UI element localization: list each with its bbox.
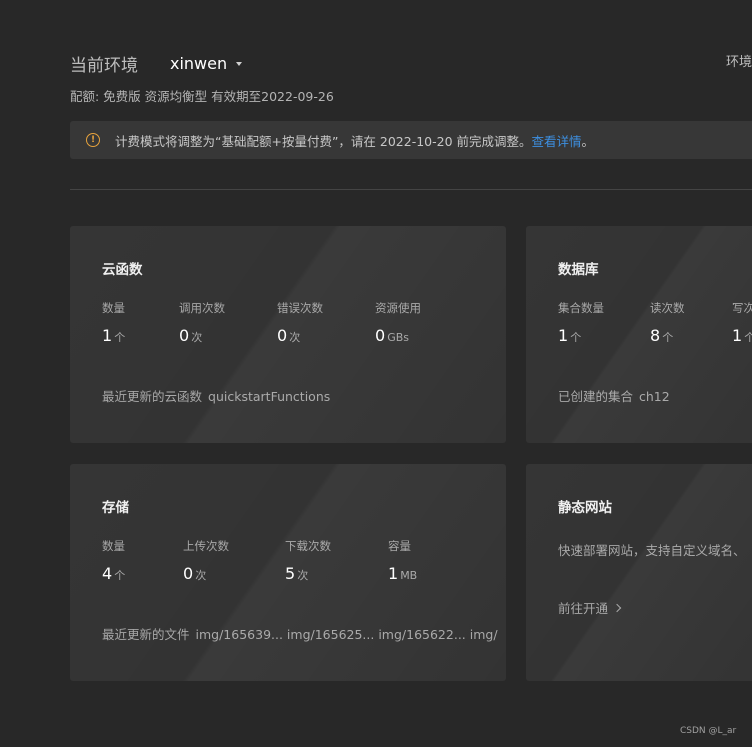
stat-uploads: 上传次数 0次: [183, 538, 229, 583]
stat-value: 1: [558, 326, 569, 345]
stat-value: 4: [102, 564, 113, 583]
stat-label: 集合数量: [558, 301, 604, 315]
view-details-link[interactable]: 查看详情: [532, 134, 582, 149]
environment-label: 当前环境: [70, 55, 138, 76]
stat-unit: 个: [744, 331, 752, 344]
quota-info: 配额: 免费版 资源均衡型 有效期至2022-09-26: [70, 89, 334, 104]
stat-label: 容量: [388, 539, 411, 553]
caret-down-icon[interactable]: [236, 62, 243, 66]
stat-value: 1: [732, 326, 743, 345]
stat-capacity: 容量 1 MB: [388, 538, 417, 583]
card-title: 数据库: [558, 262, 599, 278]
stat-unit: 个: [570, 331, 582, 344]
stat-value: 1: [102, 326, 113, 345]
stat-label: 写次: [732, 301, 752, 315]
warning-icon: !: [86, 133, 100, 147]
recent-files-links[interactable]: img/165639... img/165625... img/165622..…: [196, 627, 498, 642]
stat-unit: 次: [195, 569, 207, 582]
stat-label: 下载次数: [285, 539, 331, 553]
stat-value: 1: [388, 564, 399, 583]
stat-label: 读次数: [650, 301, 685, 315]
stat-errors: 错误次数 0次: [277, 300, 323, 345]
stat-value: 0: [183, 564, 194, 583]
stat-unit: MB: [400, 569, 418, 582]
stat-label: 上传次数: [183, 539, 229, 553]
stat-invocations: 调用次数 0次: [179, 300, 225, 345]
card-footer: 已创建的集合 ch12: [558, 386, 670, 405]
card-cloud-functions[interactable]: 云函数 数量 1个 调用次数 0次 错误次数 0次 资源使用 0 GBs 最近更新…: [70, 226, 506, 443]
stat-label: 错误次数: [277, 301, 323, 315]
stat-label: 调用次数: [179, 301, 225, 315]
stat-unit: 个: [114, 569, 126, 582]
console-page: 当前环境 xinwen 环境 配额: 免费版 资源均衡型 有效期至2022-09…: [0, 0, 752, 747]
stat-unit: 次: [289, 331, 301, 344]
card-title: 云函数: [102, 262, 143, 278]
stat-value: 0: [375, 326, 386, 345]
stat-label: 资源使用: [375, 301, 421, 315]
latest-function-link[interactable]: quickstartFunctions: [208, 389, 330, 404]
stat-label: 数量: [102, 539, 125, 553]
activate-hosting-link[interactable]: 前往开通: [558, 598, 622, 617]
watermark: CSDN @L_ar: [680, 726, 737, 736]
stat-unit: 次: [297, 569, 309, 582]
card-database[interactable]: 数据库 集合数量 1个 读次数 8个 写次 1个 已创建的集合 ch12: [526, 226, 752, 443]
stat-collections: 集合数量 1个: [558, 300, 604, 345]
card-title: 存储: [102, 500, 129, 516]
stat-value: 5: [285, 564, 296, 583]
collection-link[interactable]: ch12: [639, 389, 670, 404]
card-static-hosting[interactable]: 静态网站 快速部署网站，支持自定义域名、 前往开通: [526, 464, 752, 681]
card-storage[interactable]: 存储 数量 4个 上传次数 0次 下载次数 5次 容量 1 MB 最近更新的文件 i…: [70, 464, 506, 681]
notice-text: 计费模式将调整为“基础配额+按量付费”，请在 2022-10-20 前完成调整。…: [115, 131, 594, 150]
footer-label: 最近更新的云函数: [102, 389, 203, 404]
section-divider: [70, 189, 752, 190]
environment-header: 当前环境 xinwen: [70, 50, 243, 76]
notice-message: 计费模式将调整为“基础配额+按量付费”，请在 2022-10-20 前完成调整。: [115, 133, 532, 149]
footer-label: 已创建的集合: [558, 389, 634, 404]
card-footer: 最近更新的云函数 quickstartFunctions: [102, 386, 330, 405]
card-footer: 最近更新的文件 img/165639... img/165625... img/1…: [102, 624, 498, 643]
billing-notice: ! 计费模式将调整为“基础配额+按量付费”，请在 2022-10-20 前完成调…: [70, 121, 752, 159]
notice-tail: 。: [581, 133, 595, 149]
stat-downloads: 下载次数 5次: [285, 538, 331, 583]
stat-unit: 个: [662, 331, 674, 344]
stat-value: 0: [179, 326, 190, 345]
activate-label: 前往开通: [558, 601, 609, 616]
stat-count: 数量 1个: [102, 300, 125, 345]
stat-unit: GBs: [387, 331, 409, 344]
card-title: 静态网站: [558, 500, 612, 516]
footer-label: 最近更新的文件: [102, 627, 190, 642]
stat-label: 数量: [102, 301, 125, 315]
hosting-description: 快速部署网站，支持自定义域名、: [558, 543, 746, 558]
stat-unit: 次: [191, 331, 203, 344]
stat-resource-usage: 资源使用 0 GBs: [375, 300, 421, 345]
chevron-right-icon: [612, 603, 622, 612]
environment-settings-link[interactable]: 环境: [726, 51, 752, 70]
stat-value: 0: [277, 326, 288, 345]
stat-unit: 个: [114, 331, 126, 344]
environment-selector[interactable]: xinwen: [170, 54, 227, 73]
stat-writes: 写次 1个: [732, 300, 752, 345]
stat-reads: 读次数 8个: [650, 300, 685, 345]
stat-file-count: 数量 4个: [102, 538, 125, 583]
stat-value: 8: [650, 326, 661, 345]
